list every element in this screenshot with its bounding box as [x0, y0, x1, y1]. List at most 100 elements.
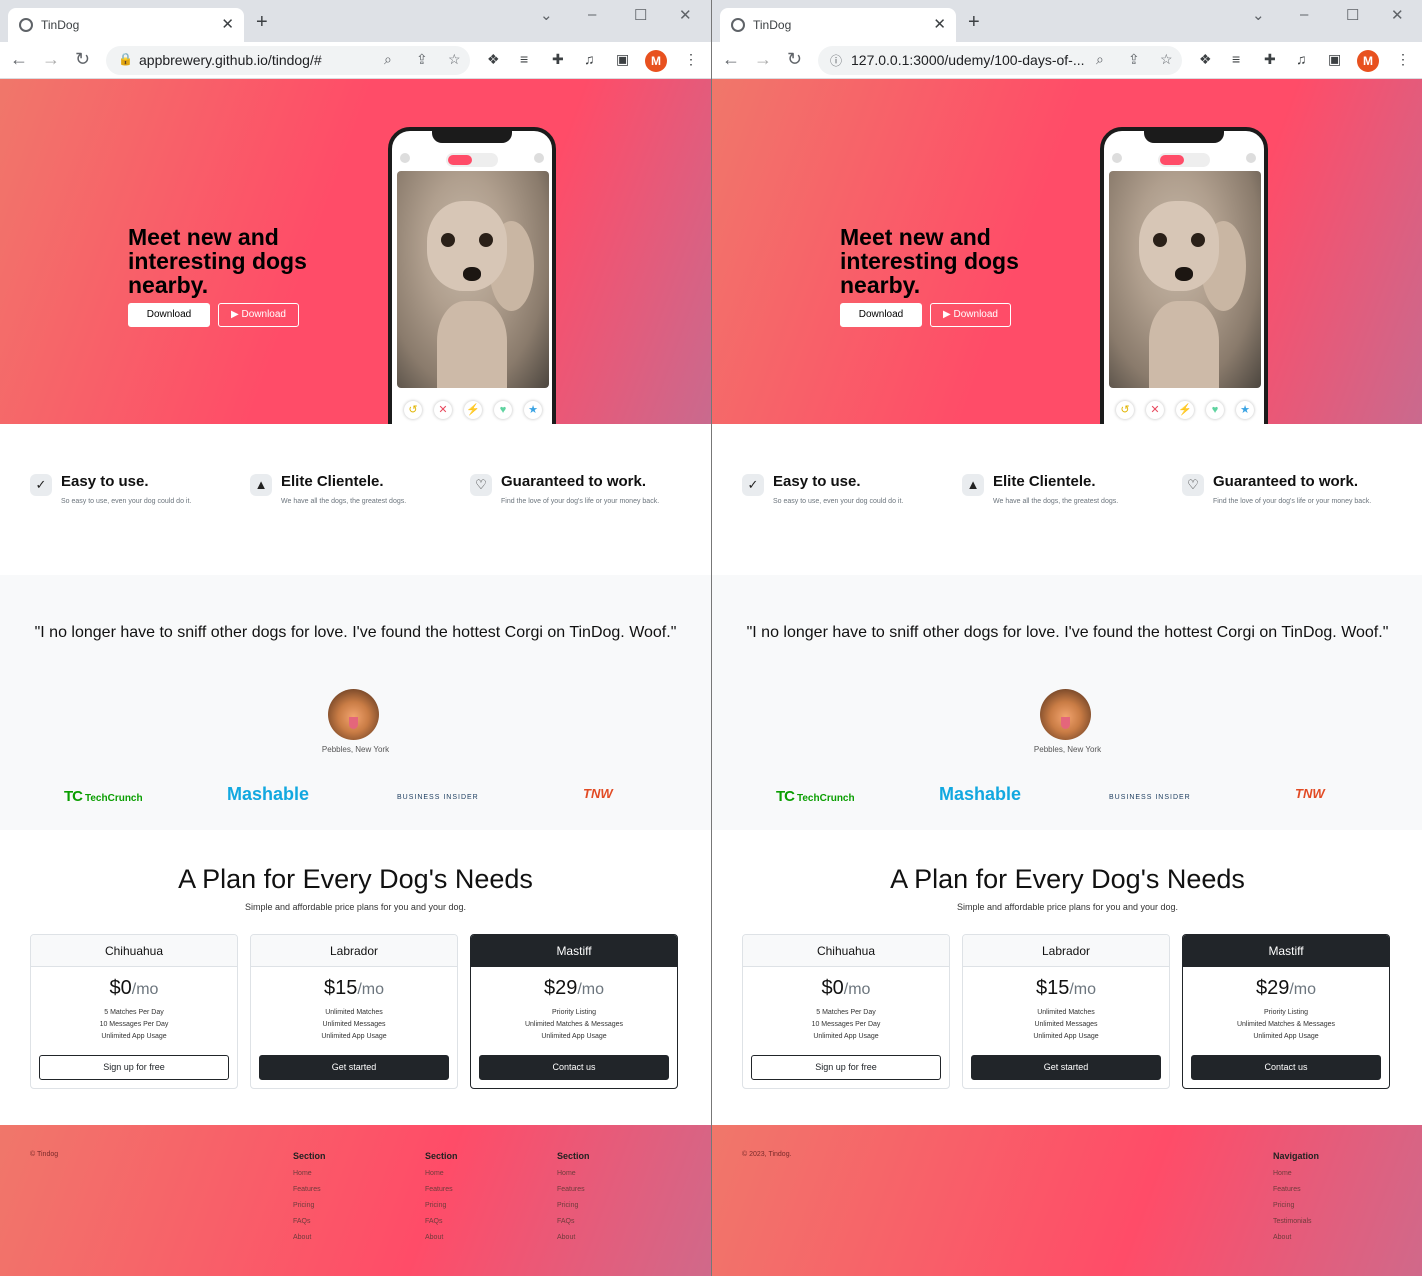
- play-download-button[interactable]: ▶ Download: [930, 303, 1011, 327]
- feature-title: Elite Clientele.: [993, 473, 1096, 490]
- maximize-icon[interactable]: ☐: [634, 6, 647, 24]
- close-icon[interactable]: ✕: [933, 15, 946, 33]
- phone-mockup: ↺ ✕ ⚡ ♥ ★: [1100, 127, 1268, 424]
- footer-link[interactable]: About: [425, 1230, 458, 1246]
- plan-name: Labrador: [251, 935, 457, 967]
- extension-icon[interactable]: ❖: [1199, 51, 1212, 68]
- url-text[interactable]: 127.0.0.1:3000/udemy/100-days-of-...: [851, 52, 1084, 68]
- back-icon[interactable]: ←: [722, 49, 740, 69]
- play-download-button[interactable]: ▶ Download: [218, 303, 299, 327]
- footer-link[interactable]: Home: [293, 1166, 326, 1182]
- footer-link[interactable]: Features: [1273, 1182, 1319, 1198]
- footer-link[interactable]: About: [1273, 1230, 1319, 1246]
- signup-free-button[interactable]: Sign up for free: [39, 1055, 229, 1080]
- get-started-button[interactable]: Get started: [971, 1055, 1161, 1080]
- footer-link[interactable]: Pricing: [425, 1198, 458, 1214]
- reading-list-icon[interactable]: ≡: [520, 51, 528, 67]
- price-value: $15: [323, 977, 358, 999]
- footer-link[interactable]: About: [557, 1230, 590, 1246]
- footer-link[interactable]: Home: [1273, 1166, 1319, 1182]
- forward-icon[interactable]: →: [754, 49, 772, 69]
- playlist-icon[interactable]: ♫: [1296, 51, 1307, 67]
- download-label: Download: [953, 309, 998, 320]
- back-icon[interactable]: ←: [10, 49, 28, 69]
- new-tab-icon[interactable]: +: [968, 12, 980, 32]
- price-value: $0: [109, 977, 132, 999]
- download-label: Download: [858, 309, 904, 320]
- reload-icon[interactable]: ↻: [75, 49, 90, 69]
- playlist-icon[interactable]: ♫: [584, 51, 595, 67]
- minimize-icon[interactable]: –: [1300, 6, 1308, 23]
- get-started-button[interactable]: Get started: [259, 1055, 449, 1080]
- share-icon[interactable]: ⇪: [416, 51, 428, 68]
- footer-link[interactable]: FAQs: [425, 1214, 458, 1230]
- plan-feature: Unlimited App Usage: [321, 1033, 387, 1040]
- footer-copyright: © 2023, Tindog.: [742, 1151, 792, 1158]
- footer-link[interactable]: Features: [425, 1182, 458, 1198]
- graduation-cap-icon: ▲: [962, 474, 984, 496]
- footer-link[interactable]: Features: [293, 1182, 326, 1198]
- nope-icon: ✕: [434, 401, 452, 419]
- footer-link[interactable]: Pricing: [1273, 1198, 1319, 1214]
- feature-title: Easy to use.: [61, 473, 149, 490]
- footer-column: Section Home Features Pricing FAQs About: [425, 1151, 458, 1246]
- browser-tab[interactable]: TinDog ✕: [8, 8, 244, 42]
- plan-feature: 10 Messages Per Day: [99, 1021, 169, 1028]
- apple-download-button[interactable]: Download: [840, 303, 922, 327]
- chevron-down-icon[interactable]: ⌄: [1252, 6, 1265, 24]
- footer-link[interactable]: Features: [557, 1182, 590, 1198]
- share-icon[interactable]: ⇪: [1128, 51, 1140, 68]
- plan-feature: Unlimited App Usage: [813, 1033, 879, 1040]
- page-content: Meet new and interesting dogs nearby. Do…: [0, 79, 711, 1276]
- window-close-icon[interactable]: ✕: [1391, 6, 1404, 24]
- check-circle-icon: ✓: [742, 474, 764, 496]
- superlike-icon: ★: [1236, 401, 1254, 419]
- browser-window-left: TinDog ✕ + ⌄ – ☐ ✕ ← → ↻ 🔒 appbrewery.gi…: [0, 0, 711, 1276]
- reading-list-icon[interactable]: ≡: [1232, 51, 1240, 67]
- footer-link[interactable]: Testimonials: [1273, 1214, 1319, 1230]
- chevron-down-icon[interactable]: ⌄: [540, 6, 553, 24]
- footer-link[interactable]: Home: [557, 1166, 590, 1182]
- profile-avatar[interactable]: M: [1357, 50, 1379, 72]
- menu-icon[interactable]: ⋮: [684, 51, 698, 68]
- minimize-icon[interactable]: –: [588, 6, 596, 23]
- plan-feature: Priority Listing: [1264, 1009, 1308, 1016]
- phone-notch: [432, 129, 512, 143]
- footer-link[interactable]: Pricing: [293, 1198, 326, 1214]
- maximize-icon[interactable]: ☐: [1346, 6, 1359, 24]
- menu-icon[interactable]: ⋮: [1396, 51, 1410, 68]
- footer-link[interactable]: About: [293, 1230, 326, 1246]
- footer-link[interactable]: FAQs: [293, 1214, 326, 1230]
- apple-download-button[interactable]: Download: [128, 303, 210, 327]
- address-bar[interactable]: 🔒 appbrewery.github.io/tindog/# ⌕ ⇪ ☆: [106, 46, 470, 75]
- footer-link[interactable]: Pricing: [557, 1198, 590, 1214]
- info-icon[interactable]: ⓘ: [830, 52, 842, 69]
- signup-free-button[interactable]: Sign up for free: [751, 1055, 941, 1080]
- star-icon[interactable]: ☆: [1160, 51, 1173, 68]
- profile-avatar[interactable]: M: [645, 50, 667, 72]
- footer-link[interactable]: FAQs: [557, 1214, 590, 1230]
- sidepanel-icon[interactable]: ▣: [1328, 51, 1341, 68]
- puzzle-icon[interactable]: ✚: [1264, 51, 1276, 68]
- zoom-icon[interactable]: ⌕: [384, 51, 392, 68]
- extension-icon[interactable]: ❖: [487, 51, 500, 68]
- reload-icon[interactable]: ↻: [787, 49, 802, 69]
- lock-icon[interactable]: 🔒: [118, 52, 133, 66]
- new-tab-icon[interactable]: +: [256, 12, 268, 32]
- puzzle-icon[interactable]: ✚: [552, 51, 564, 68]
- contact-us-button[interactable]: Contact us: [1191, 1055, 1381, 1080]
- star-icon[interactable]: ☆: [448, 51, 461, 68]
- hero-section: Meet new and interesting dogs nearby. Do…: [0, 79, 711, 424]
- close-icon[interactable]: ✕: [221, 15, 234, 33]
- zoom-icon[interactable]: ⌕: [1096, 51, 1104, 68]
- feature-desc: Find the love of your dog's life or your…: [1213, 498, 1372, 505]
- browser-tab[interactable]: TinDog ✕: [720, 8, 956, 42]
- sidepanel-icon[interactable]: ▣: [616, 51, 629, 68]
- contact-us-button[interactable]: Contact us: [479, 1055, 669, 1080]
- address-bar[interactable]: ⓘ 127.0.0.1:3000/udemy/100-days-of-... ⌕…: [818, 46, 1182, 75]
- footer-link[interactable]: Home: [425, 1166, 458, 1182]
- forward-icon[interactable]: →: [42, 49, 60, 69]
- globe-icon: [19, 18, 33, 32]
- window-close-icon[interactable]: ✕: [679, 6, 692, 24]
- url-text[interactable]: appbrewery.github.io/tindog/#: [139, 52, 322, 68]
